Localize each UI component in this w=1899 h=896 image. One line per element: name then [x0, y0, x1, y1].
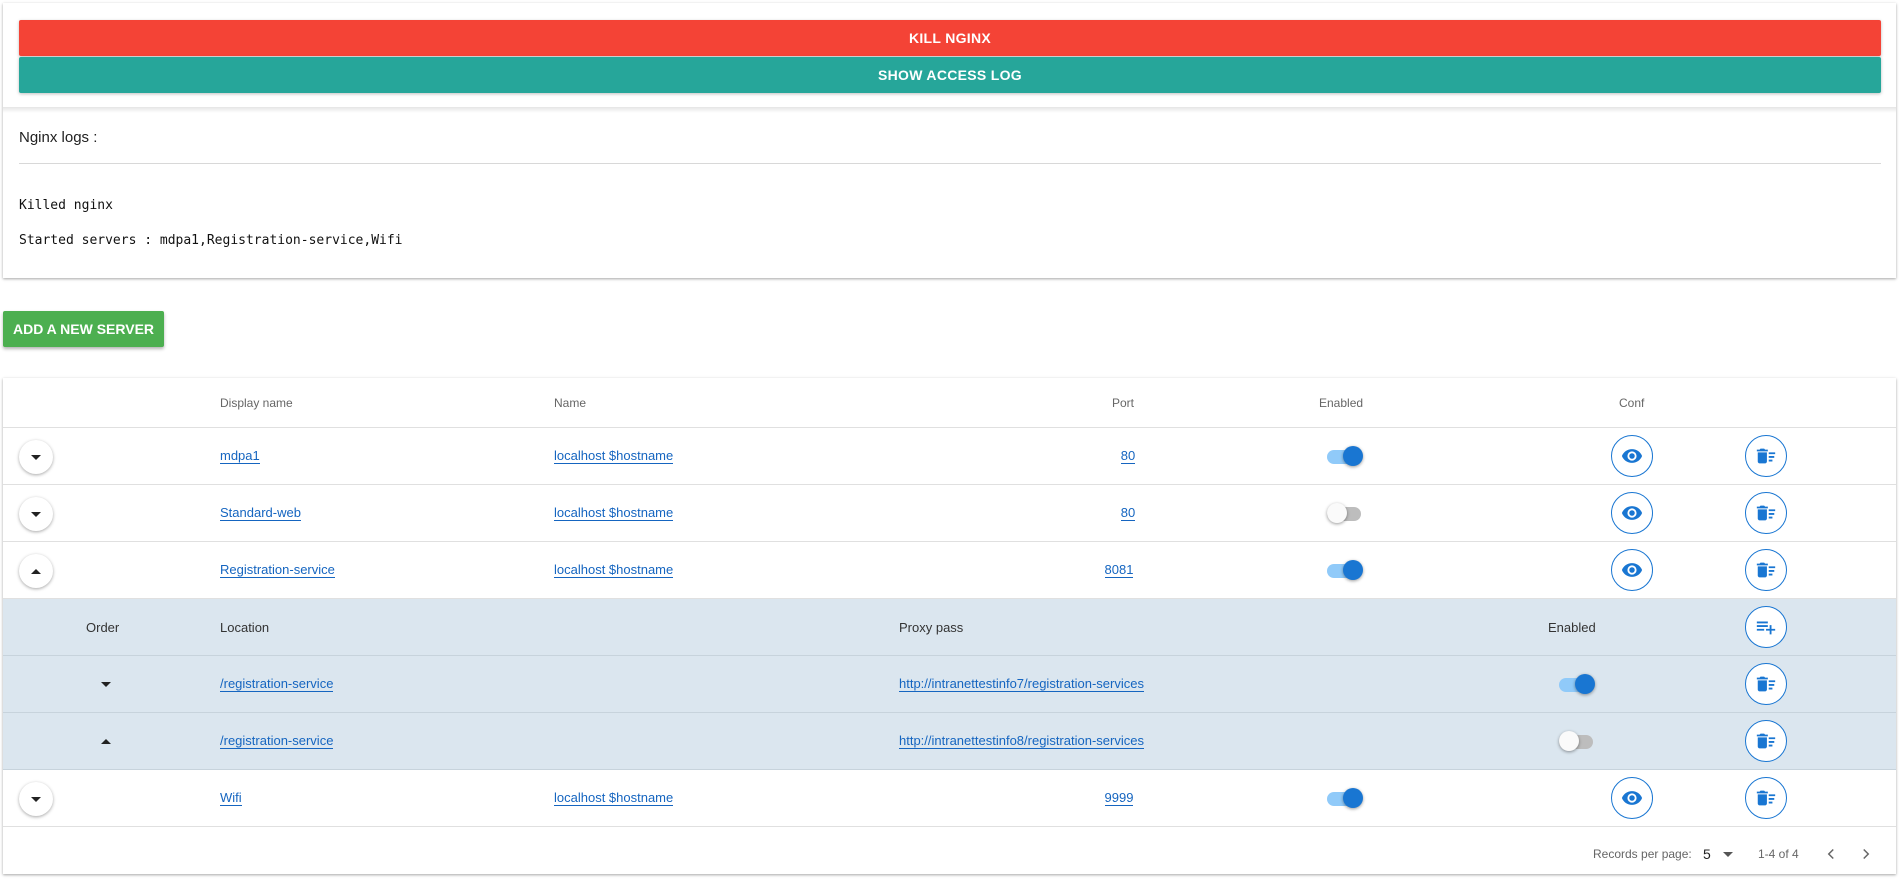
- table-row: Standard-web localhost $hostname 80: [3, 485, 1896, 542]
- header-enabled: Enabled: [1319, 395, 1364, 410]
- server-name-link[interactable]: localhost $hostname: [554, 448, 674, 464]
- header-proxy-pass: Proxy pass: [899, 619, 964, 635]
- add-location-button[interactable]: [1745, 606, 1787, 648]
- header-name: Name: [554, 395, 587, 410]
- delete-sweep-icon: [1756, 448, 1776, 464]
- proxy-pass-link[interactable]: http://intranettestinfo8/registration-se…: [899, 733, 1144, 749]
- location-link[interactable]: /registration-service: [220, 733, 334, 749]
- table-row: Wifi localhost $hostname 9999: [3, 770, 1896, 827]
- view-conf-button[interactable]: [1611, 492, 1653, 534]
- server-name-link[interactable]: localhost $hostname: [554, 505, 674, 521]
- eye-icon: [1621, 563, 1643, 577]
- display-name-link[interactable]: Wifi: [220, 790, 242, 806]
- view-conf-button[interactable]: [1611, 549, 1653, 591]
- header-location-enabled: Enabled: [1548, 619, 1596, 635]
- next-page-button[interactable]: [1856, 834, 1876, 874]
- per-page-value: 5: [1703, 846, 1711, 862]
- caret-down-icon: [101, 681, 111, 687]
- delete-sweep-icon: [1756, 733, 1776, 749]
- records-per-page-label: Records per page:: [1593, 847, 1692, 861]
- page-range: 1-4 of 4: [1758, 847, 1799, 861]
- port-link[interactable]: 8081: [1104, 562, 1134, 578]
- header-display-name: Display name: [220, 395, 293, 410]
- chevron-left-icon: [1827, 848, 1834, 860]
- enabled-toggle[interactable]: [1327, 446, 1363, 466]
- expand-row-button[interactable]: [19, 782, 53, 816]
- move-down-button[interactable]: [99, 656, 113, 712]
- playlist-add-icon: [1756, 621, 1776, 635]
- delete-server-button[interactable]: [1745, 435, 1787, 477]
- kill-nginx-button[interactable]: KILL NGINX: [19, 20, 1881, 56]
- delete-sweep-icon: [1756, 505, 1776, 521]
- location-enabled-toggle[interactable]: [1559, 731, 1595, 751]
- table-header: Display name Name Port Enabled Conf: [3, 378, 1896, 428]
- server-name-link[interactable]: localhost $hostname: [554, 790, 674, 806]
- location-row: /registration-service http://intranettes…: [3, 656, 1896, 713]
- add-server-button[interactable]: ADD A NEW SERVER: [3, 311, 164, 347]
- expand-row-button[interactable]: [19, 440, 53, 474]
- caret-up-icon: [31, 568, 41, 574]
- nginx-control-card: KILL NGINX SHOW ACCESS LOG Nginx logs : …: [3, 3, 1896, 278]
- delete-server-button[interactable]: [1745, 549, 1787, 591]
- header-location: Location: [220, 619, 270, 635]
- logs-divider: [19, 163, 1881, 164]
- eye-icon: [1621, 791, 1643, 805]
- header-port: Port: [1112, 395, 1135, 410]
- location-row: /registration-service http://intranettes…: [3, 713, 1896, 770]
- pagination: Records per page: 5 1-4 of 4: [3, 834, 1896, 874]
- proxy-pass-link[interactable]: http://intranettestinfo7/registration-se…: [899, 676, 1144, 692]
- servers-table: Display name Name Port Enabled Conf mdpa…: [3, 378, 1896, 874]
- port-link[interactable]: 80: [1120, 448, 1136, 464]
- log-line: Killed nginx: [19, 198, 113, 213]
- table-row: Registration-service localhost $hostname…: [3, 542, 1896, 599]
- port-link[interactable]: 9999: [1104, 790, 1134, 806]
- view-conf-button[interactable]: [1611, 435, 1653, 477]
- display-name-link[interactable]: mdpa1: [220, 448, 260, 464]
- eye-icon: [1621, 449, 1643, 463]
- enabled-toggle[interactable]: [1327, 788, 1363, 808]
- caret-down-icon: [31, 454, 41, 460]
- show-access-log-button[interactable]: SHOW ACCESS LOG: [19, 57, 1881, 93]
- eye-icon: [1621, 506, 1643, 520]
- server-name-link[interactable]: localhost $hostname: [554, 562, 674, 578]
- chevron-down-icon: [1722, 851, 1733, 857]
- display-name-link[interactable]: Registration-service: [220, 562, 335, 578]
- locations-header: Order Location Proxy pass Enabled: [3, 599, 1896, 656]
- prev-page-button[interactable]: [1821, 834, 1841, 874]
- logs-title: Nginx logs :: [19, 129, 98, 146]
- caret-down-icon: [31, 511, 41, 517]
- per-page-select[interactable]: 5: [1703, 834, 1743, 874]
- header-conf: Conf: [1619, 395, 1645, 410]
- delete-server-button[interactable]: [1745, 777, 1787, 819]
- delete-sweep-icon: [1756, 562, 1776, 578]
- header-order: Order: [86, 619, 120, 635]
- log-line: Started servers : mdpa1,Registration-ser…: [19, 233, 403, 248]
- delete-server-button[interactable]: [1745, 492, 1787, 534]
- move-up-button[interactable]: [99, 713, 113, 769]
- logs-separator: [3, 107, 1896, 113]
- view-conf-button[interactable]: [1611, 777, 1653, 819]
- location-enabled-toggle[interactable]: [1559, 674, 1595, 694]
- caret-down-icon: [31, 796, 41, 802]
- delete-sweep-icon: [1756, 676, 1776, 692]
- chevron-right-icon: [1863, 848, 1870, 860]
- delete-location-button[interactable]: [1745, 720, 1787, 762]
- table-row: mdpa1 localhost $hostname 80: [3, 428, 1896, 485]
- display-name-link[interactable]: Standard-web: [220, 505, 301, 521]
- delete-location-button[interactable]: [1745, 663, 1787, 705]
- delete-sweep-icon: [1756, 790, 1776, 806]
- port-link[interactable]: 80: [1120, 505, 1136, 521]
- location-link[interactable]: /registration-service: [220, 676, 334, 692]
- expand-row-button[interactable]: [19, 497, 53, 531]
- enabled-toggle[interactable]: [1327, 503, 1363, 523]
- enabled-toggle[interactable]: [1327, 560, 1363, 580]
- caret-up-icon: [101, 738, 111, 744]
- collapse-row-button[interactable]: [19, 554, 53, 588]
